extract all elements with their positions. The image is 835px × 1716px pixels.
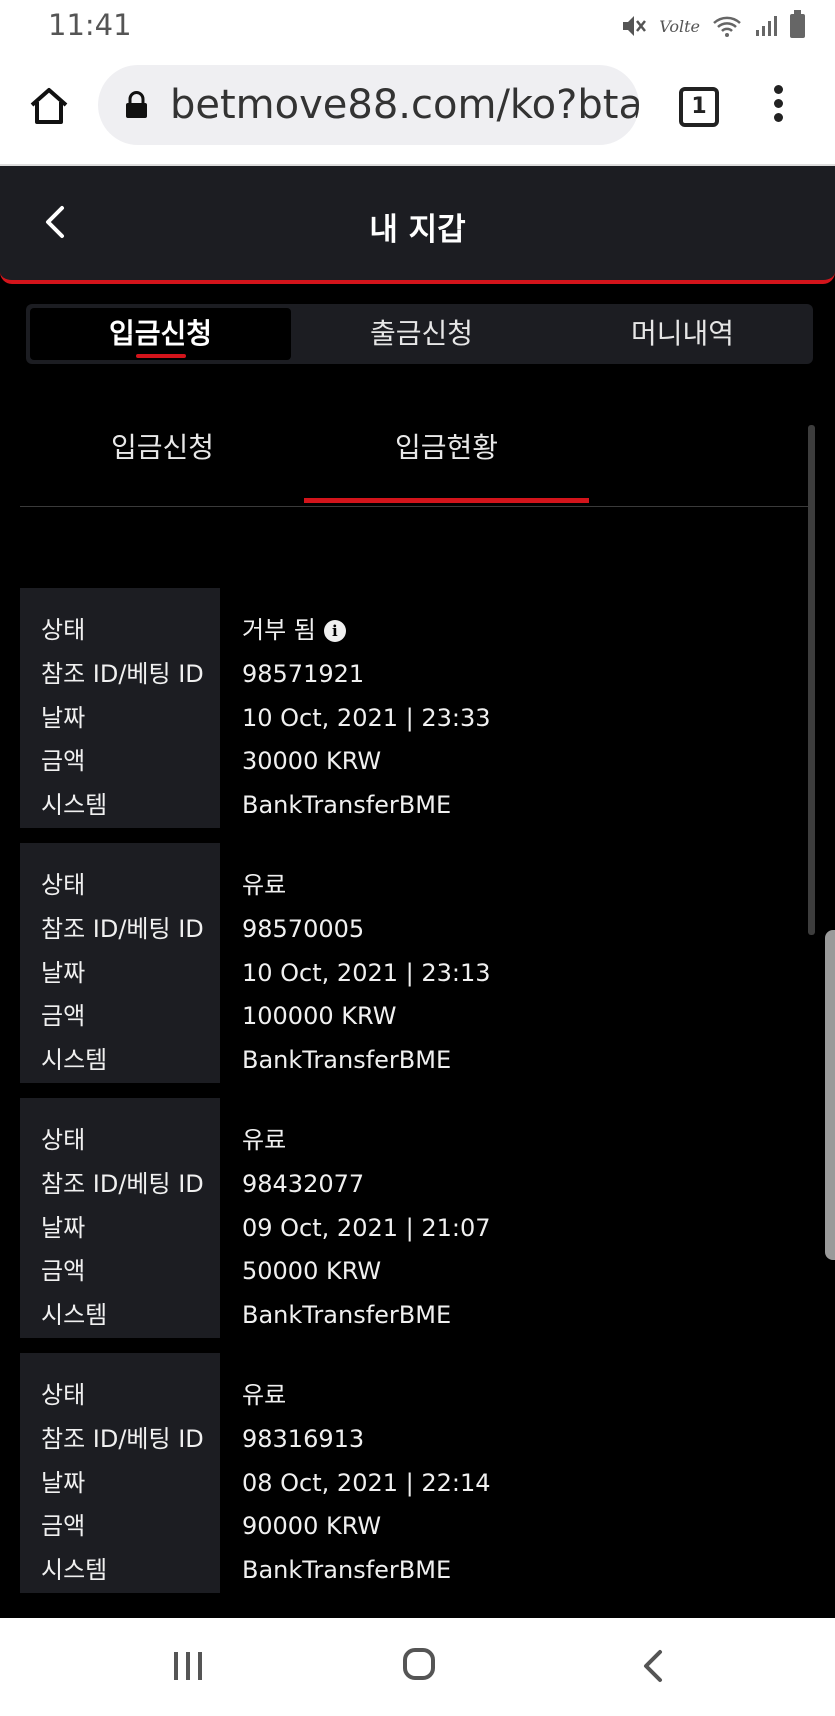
page-scroll-handle[interactable] [825, 930, 835, 1260]
value-system: BankTransferBME [242, 1301, 452, 1329]
tab-label: 출금신청 [369, 317, 474, 350]
label-status: 상태 [41, 616, 86, 644]
battery-icon [790, 10, 805, 38]
value-status: 유료 [242, 871, 287, 899]
deposit-record: 상태 참조 ID/베팅 ID 날짜 금액 시스템 유료 98570005 10 … [20, 843, 810, 1083]
subtab-active-indicator [304, 498, 589, 503]
label-date: 날짜 [41, 1214, 86, 1242]
label-ref-id: 참조 ID/베팅 ID [41, 1170, 204, 1198]
menu-icon[interactable] [771, 85, 785, 127]
browser-toolbar: betmove88.com/ko?bta 1 [0, 55, 835, 166]
subtab-deposit-request[interactable]: 입금신청 [111, 426, 214, 466]
deposit-record: 상태 참조 ID/베팅 ID 날짜 금액 시스템 유료 98316913 08 … [20, 1353, 810, 1593]
value-amount: 30000 KRW [242, 747, 382, 775]
wifi-icon [713, 16, 741, 37]
app-header: 내 지갑 [0, 166, 835, 284]
value-ref-id: 98316913 [242, 1425, 365, 1453]
value-ref-id: 98570005 [242, 915, 365, 943]
home-icon[interactable] [28, 85, 70, 127]
label-system: 시스템 [41, 791, 108, 819]
value-system: BankTransferBME [242, 791, 452, 819]
active-tab-indicator [135, 354, 186, 358]
label-status: 상태 [41, 1126, 86, 1154]
label-date: 날짜 [41, 959, 86, 987]
label-ref-id: 참조 ID/베팅 ID [41, 1425, 204, 1453]
label-system: 시스템 [41, 1556, 108, 1584]
page-title: 내 지갑 [369, 212, 466, 248]
subtab-deposit-status[interactable]: 입금현황 [395, 426, 498, 466]
record-labels: 상태 참조 ID/베팅 ID 날짜 금액 시스템 [20, 843, 220, 1083]
status-time: 11:41 [48, 8, 132, 42]
tab-label: 머니내역 [630, 317, 735, 350]
label-ref-id: 참조 ID/베팅 ID [41, 915, 204, 943]
signal-icon [756, 16, 777, 36]
tabs-icon[interactable]: 1 [679, 87, 719, 127]
wallet-tabs: 입금신청 출금신청 머니내역 [26, 304, 813, 364]
system-nav-bar [0, 1618, 835, 1716]
deposit-record: 상태 참조 ID/베팅 ID 날짜 금액 시스템 거부 됨i 98571921 … [20, 588, 810, 828]
label-amount: 금액 [41, 747, 86, 775]
tab-deposit-request[interactable]: 입금신청 [30, 308, 291, 360]
value-status: 유료 [242, 1381, 287, 1409]
deposit-sub-tabs: 입금신청 입금현황 [20, 400, 815, 507]
status-bar: 11:41 Volte [0, 0, 835, 55]
value-status: 유료 [242, 1126, 287, 1154]
value-ref-id: 98571921 [242, 660, 365, 688]
url-text[interactable]: betmove88.com/ko?bta [170, 82, 639, 128]
label-date: 날짜 [41, 1469, 86, 1497]
tab-money-history[interactable]: 머니내역 [552, 304, 813, 364]
label-status: 상태 [41, 871, 86, 899]
tab-withdraw-request[interactable]: 출금신청 [291, 304, 552, 364]
record-labels: 상태 참조 ID/베팅 ID 날짜 금액 시스템 [20, 1098, 220, 1338]
label-status: 상태 [41, 1381, 86, 1409]
value-status: 거부 됨i [242, 608, 346, 652]
record-labels: 상태 참조 ID/베팅 ID 날짜 금액 시스템 [20, 588, 220, 828]
status-icons: Volte [621, 10, 805, 42]
value-date: 10 Oct, 2021 | 23:33 [242, 704, 491, 732]
label-amount: 금액 [41, 1512, 86, 1540]
volte-icon: Volte [659, 16, 700, 36]
label-system: 시스템 [41, 1046, 108, 1074]
value-date: 10 Oct, 2021 | 23:13 [242, 959, 491, 987]
lock-icon [126, 91, 147, 118]
value-date: 08 Oct, 2021 | 22:14 [242, 1469, 491, 1497]
label-amount: 금액 [41, 1002, 86, 1030]
deposit-record: 상태 참조 ID/베팅 ID 날짜 금액 시스템 유료 98432077 09 … [20, 1098, 810, 1338]
value-ref-id: 98432077 [242, 1170, 365, 1198]
label-system: 시스템 [41, 1301, 108, 1329]
info-icon[interactable]: i [323, 620, 346, 642]
tab-label: 입금신청 [108, 317, 213, 350]
address-bar[interactable]: betmove88.com/ko?bta [98, 65, 639, 145]
label-amount: 금액 [41, 1257, 86, 1285]
recents-icon[interactable] [172, 1650, 204, 1682]
mute-icon [623, 16, 647, 36]
value-system: BankTransferBME [242, 1556, 452, 1584]
value-amount: 100000 KRW [242, 1002, 397, 1030]
value-amount: 90000 KRW [242, 1512, 382, 1540]
label-date: 날짜 [41, 704, 86, 732]
label-ref-id: 참조 ID/베팅 ID [41, 660, 204, 688]
value-system: BankTransferBME [242, 1046, 452, 1074]
back-icon[interactable] [640, 1648, 668, 1684]
record-labels: 상태 참조 ID/베팅 ID 날짜 금액 시스템 [20, 1353, 220, 1593]
value-amount: 50000 KRW [242, 1257, 382, 1285]
home-circle-icon[interactable] [403, 1648, 435, 1680]
value-date: 09 Oct, 2021 | 21:07 [242, 1214, 491, 1242]
